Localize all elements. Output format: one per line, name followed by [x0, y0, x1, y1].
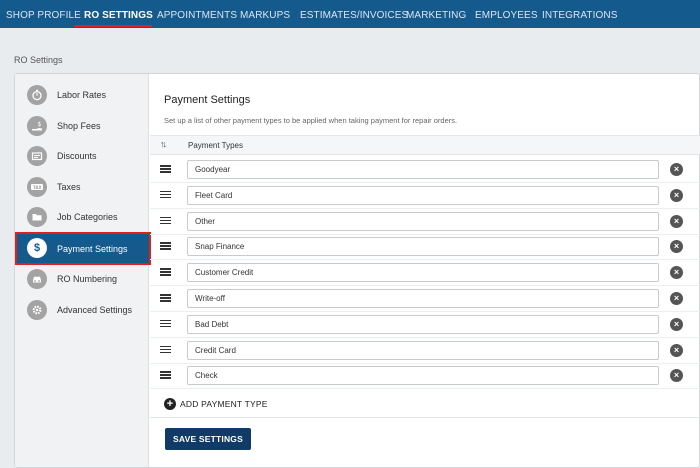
nav-tab-appointments[interactable]: APPOINTMENTS — [157, 0, 237, 28]
svg-text:$: $ — [38, 121, 42, 128]
remove-circle-icon[interactable]: × — [670, 214, 683, 228]
remove-circle-icon[interactable]: × — [670, 163, 683, 176]
payment-type-input[interactable] — [187, 237, 659, 257]
coupon-icon — [27, 146, 47, 166]
sidebar-item-label: Job Categories — [57, 212, 118, 222]
payment-type-input[interactable] — [187, 314, 659, 334]
money-hand-icon: $ — [27, 116, 47, 136]
active-tab-underline — [74, 25, 152, 27]
sidebar-item-label: Discounts — [57, 151, 97, 161]
sidebar-item-payment-settings[interactable]: $ Payment Settings — [15, 232, 151, 265]
sort-arrows-icon[interactable]: ↑↓ — [160, 139, 167, 149]
plus-circle-icon: + — [164, 398, 176, 410]
car-icon — [27, 269, 47, 289]
drag-handle-icon[interactable] — [160, 319, 171, 328]
nav-tab-estimates-invoices[interactable]: ESTIMATES/INVOICES — [300, 0, 408, 28]
sidebar-item-job-categories[interactable]: Job Categories — [15, 203, 149, 233]
drag-handle-icon[interactable] — [160, 371, 171, 379]
add-payment-type-label: ADD PAYMENT TYPE — [180, 399, 268, 409]
nav-tab-ro-settings[interactable]: RO SETTINGS — [84, 0, 153, 28]
nav-tab-shop-profile[interactable]: SHOP PROFILE — [6, 0, 81, 28]
folder-icon — [27, 207, 47, 227]
payment-type-row: × — [150, 157, 700, 183]
remove-circle-icon[interactable]: × — [670, 188, 683, 202]
gear-icon — [27, 300, 47, 320]
payment-type-row: × — [150, 286, 700, 312]
dollar-icon: $ — [27, 238, 47, 258]
payment-type-input[interactable] — [187, 185, 659, 205]
page-subtitle: Set up a list of other payment types to … — [164, 116, 458, 125]
top-nav: SHOP PROFILE RO SETTINGS APPOINTMENTS MA… — [0, 0, 700, 28]
remove-circle-icon[interactable]: × — [670, 317, 683, 331]
page-title: Payment Settings — [164, 94, 251, 106]
remove-circle-icon[interactable]: × — [670, 343, 683, 357]
payment-type-input[interactable] — [187, 160, 659, 179]
payment-type-input[interactable] — [187, 263, 659, 283]
payment-type-row: × — [150, 260, 700, 287]
nav-tab-employees[interactable]: EMPLOYEES — [475, 0, 538, 28]
drag-handle-icon[interactable] — [160, 190, 171, 199]
payment-type-input[interactable] — [187, 340, 659, 360]
payment-type-input[interactable] — [187, 289, 659, 308]
nav-tab-markups[interactable]: MARKUPS — [240, 0, 290, 28]
sidebar-item-discounts[interactable]: Discounts — [15, 142, 149, 172]
drag-handle-icon[interactable] — [160, 242, 171, 250]
save-settings-button[interactable]: SAVE SETTINGS — [165, 428, 251, 450]
remove-circle-icon[interactable]: × — [670, 266, 683, 280]
sidebar-item-label: Advanced Settings — [57, 305, 133, 315]
nav-tab-integrations[interactable]: INTEGRATIONS — [542, 0, 617, 28]
remove-circle-icon[interactable]: × — [670, 292, 683, 305]
payment-type-input[interactable] — [187, 366, 659, 386]
sidebar-item-label: Payment Settings — [57, 244, 128, 254]
table-header: ↑↓ Payment Types — [150, 135, 700, 155]
drag-handle-icon[interactable] — [160, 216, 171, 225]
payment-type-row: × — [150, 338, 700, 364]
payment-type-row: × — [150, 363, 700, 390]
payment-type-row: × — [150, 234, 700, 261]
divider — [150, 417, 700, 418]
sidebar-item-label: Taxes — [57, 182, 81, 192]
sidebar-item-label: RO Numbering — [57, 274, 118, 284]
breadcrumb: RO Settings — [14, 55, 63, 65]
sidebar-item-label: Shop Fees — [57, 121, 101, 131]
remove-circle-icon[interactable]: × — [670, 240, 683, 254]
payment-settings-panel: Payment Settings Set up a list of other … — [150, 74, 700, 467]
sidebar-item-label: Labor Rates — [57, 90, 107, 100]
drag-handle-icon[interactable] — [160, 268, 171, 276]
sidebar-item-advanced-settings[interactable]: Advanced Settings — [15, 296, 149, 326]
drag-handle-icon[interactable] — [160, 294, 171, 302]
settings-sidebar: Labor Rates $ Shop Fees Discounts TAX Ta… — [15, 74, 151, 467]
payment-type-input[interactable] — [187, 211, 659, 231]
column-header-payment-types: Payment Types — [188, 141, 243, 150]
svg-text:TAX: TAX — [33, 185, 42, 190]
sidebar-item-ro-numbering[interactable]: RO Numbering — [15, 265, 149, 295]
payment-type-row: × — [150, 209, 700, 235]
drag-handle-icon[interactable] — [160, 165, 171, 173]
sidebar-item-shop-fees[interactable]: $ Shop Fees — [15, 112, 149, 142]
remove-circle-icon[interactable]: × — [670, 369, 683, 383]
sidebar-item-taxes[interactable]: TAX Taxes — [15, 173, 149, 203]
sidebar-item-labor-rates[interactable]: Labor Rates — [15, 81, 149, 111]
tax-icon: TAX — [27, 177, 47, 197]
payment-type-row: × — [150, 183, 700, 209]
payment-type-row: × — [150, 312, 700, 338]
nav-tab-marketing[interactable]: MARKETING — [406, 0, 466, 28]
drag-handle-icon[interactable] — [160, 345, 171, 354]
stopwatch-icon — [27, 85, 47, 105]
settings-card: Labor Rates $ Shop Fees Discounts TAX Ta… — [14, 73, 700, 468]
